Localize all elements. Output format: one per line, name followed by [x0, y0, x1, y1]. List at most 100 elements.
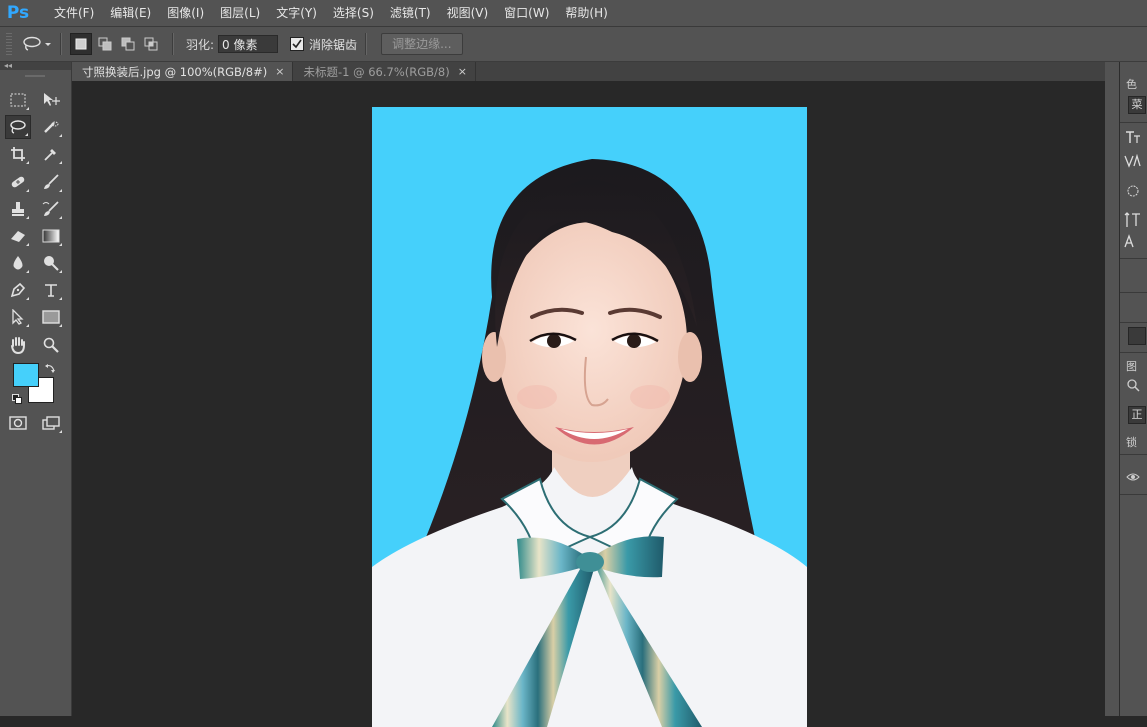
- type-icon: [45, 284, 57, 297]
- path-select-tool[interactable]: [5, 305, 31, 329]
- brush-tool[interactable]: [38, 170, 64, 194]
- menu-help[interactable]: 帮助(H): [557, 0, 615, 26]
- quick-select-icon: [44, 121, 59, 133]
- photoshop-logo[interactable]: Ps: [0, 0, 36, 26]
- eye-icon[interactable]: [1126, 472, 1140, 482]
- antialias-label: 消除锯齿: [309, 37, 358, 52]
- tool-row: [0, 411, 71, 437]
- right-panel-dock: 色 菜 图 正 锁: [1105, 62, 1147, 716]
- panel-tab-label[interactable]: 色: [1126, 76, 1137, 92]
- options-grip[interactable]: [6, 33, 12, 55]
- eraser-tool[interactable]: [5, 224, 31, 248]
- type-a-icon[interactable]: [1124, 234, 1142, 248]
- eyedropper-icon: [44, 149, 56, 161]
- type-tool[interactable]: [38, 278, 64, 302]
- baseline-icon[interactable]: [1124, 212, 1142, 228]
- divider: [1120, 122, 1147, 123]
- color-swatches: [12, 362, 62, 407]
- tab-document-2[interactable]: 未标题-1 @ 66.7%(RGB/8) ×: [293, 62, 476, 81]
- quick-mask-icon: [9, 416, 27, 430]
- crop-tool[interactable]: [5, 142, 31, 166]
- layers-tab-label[interactable]: 图: [1126, 358, 1137, 374]
- tab-document-1[interactable]: 寸照换装后.jpg @ 100%(RGB/8#) ×: [72, 62, 294, 81]
- kerning-icon[interactable]: [1124, 154, 1142, 168]
- zoom-tool[interactable]: [38, 333, 64, 357]
- menu-select[interactable]: 选择(S): [325, 0, 382, 26]
- history-brush-tool[interactable]: [38, 197, 64, 221]
- blend-mode-select[interactable]: 正: [1128, 406, 1146, 424]
- path-select-icon: [12, 309, 24, 325]
- lasso-tool[interactable]: [5, 115, 31, 139]
- tools-panel: ◂◂: [0, 62, 72, 716]
- checkmark-icon: [292, 39, 302, 49]
- zoom-icon: [43, 337, 59, 353]
- crop-icon: [11, 147, 25, 161]
- subtract-selection-button[interactable]: [118, 34, 138, 54]
- blur-tool[interactable]: [5, 251, 31, 275]
- document-tabs: 寸照换装后.jpg @ 100%(RGB/8#) × 未标题-1 @ 66.7%…: [72, 62, 1120, 81]
- document-canvas[interactable]: [372, 107, 807, 727]
- refine-edge-button[interactable]: 调整边缘...: [381, 33, 463, 55]
- menu-image[interactable]: 图像(I): [159, 0, 212, 26]
- menu-edit[interactable]: 编辑(E): [102, 0, 159, 26]
- panel-dock-strip[interactable]: [1105, 62, 1120, 716]
- pen-icon: [10, 282, 26, 298]
- toolbox-grip[interactable]: [25, 75, 45, 77]
- collapse-arrows-icon[interactable]: ◂◂: [0, 62, 71, 70]
- tool-preset-picker[interactable]: [22, 36, 52, 52]
- divider: [60, 33, 62, 55]
- move-tool[interactable]: [38, 88, 64, 112]
- gradient-tool[interactable]: [38, 224, 64, 248]
- menu-view[interactable]: 视图(V): [439, 0, 497, 26]
- character-icon[interactable]: [1124, 130, 1142, 144]
- swap-colors-icon[interactable]: [44, 362, 56, 374]
- rectangle-shape-tool[interactable]: [38, 305, 64, 329]
- history-brush-icon: [42, 201, 59, 216]
- menu-window[interactable]: 窗口(W): [496, 0, 557, 26]
- screen-mode-button[interactable]: [38, 411, 64, 435]
- tool-row: [0, 197, 71, 223]
- new-selection-button[interactable]: [70, 33, 92, 55]
- panel-group: 色 菜 图 正 锁: [1120, 62, 1147, 716]
- canvas-area[interactable]: [72, 82, 1120, 727]
- clone-stamp-tool[interactable]: [5, 197, 31, 221]
- default-colors-icon[interactable]: [12, 394, 22, 404]
- intersect-selection-button[interactable]: [141, 34, 161, 54]
- tab-label: 未标题-1 @ 66.7%(RGB/8): [303, 64, 450, 79]
- healing-brush-tool[interactable]: [5, 170, 31, 194]
- tool-row: [0, 251, 71, 277]
- rect-marquee-tool[interactable]: [5, 88, 31, 112]
- feather-label: 羽化:: [186, 37, 215, 52]
- panel-box[interactable]: [1128, 327, 1146, 345]
- move-icon: [44, 93, 60, 106]
- panel-box[interactable]: 菜: [1128, 96, 1146, 114]
- hand-tool[interactable]: [5, 333, 31, 357]
- menu-bar: Ps 文件(F) 编辑(E) 图像(I) 图层(L) 文字(Y) 选择(S) 滤…: [0, 0, 1147, 27]
- divider: [1120, 454, 1147, 455]
- menu-layer[interactable]: 图层(L): [212, 0, 268, 26]
- brush-icon: [44, 174, 59, 189]
- quick-select-tool[interactable]: [38, 115, 64, 139]
- eyedropper-tool[interactable]: [38, 142, 64, 166]
- pen-tool[interactable]: [5, 278, 31, 302]
- menu-type[interactable]: 文字(Y): [268, 0, 325, 26]
- search-icon[interactable]: [1126, 378, 1140, 392]
- divider: [1120, 494, 1147, 495]
- leading-icon[interactable]: [1124, 184, 1142, 198]
- divider: [1120, 292, 1147, 293]
- intersect-selection-icon: [144, 37, 158, 51]
- menu-filter[interactable]: 滤镜(T): [382, 0, 439, 26]
- add-selection-button[interactable]: [95, 34, 115, 54]
- tool-row: [0, 224, 71, 250]
- dodge-tool[interactable]: [38, 251, 64, 275]
- close-icon[interactable]: ×: [275, 65, 284, 78]
- feather-input[interactable]: 0 像素: [218, 35, 279, 53]
- antialias-checkbox[interactable]: [290, 37, 305, 51]
- foreground-color-swatch[interactable]: [13, 363, 39, 387]
- healing-brush-icon: [11, 176, 25, 188]
- close-icon[interactable]: ×: [458, 65, 467, 78]
- divider: [172, 33, 174, 55]
- quick-mask-button[interactable]: [5, 411, 31, 435]
- menu-file[interactable]: 文件(F): [46, 0, 102, 26]
- divider: [1120, 322, 1147, 323]
